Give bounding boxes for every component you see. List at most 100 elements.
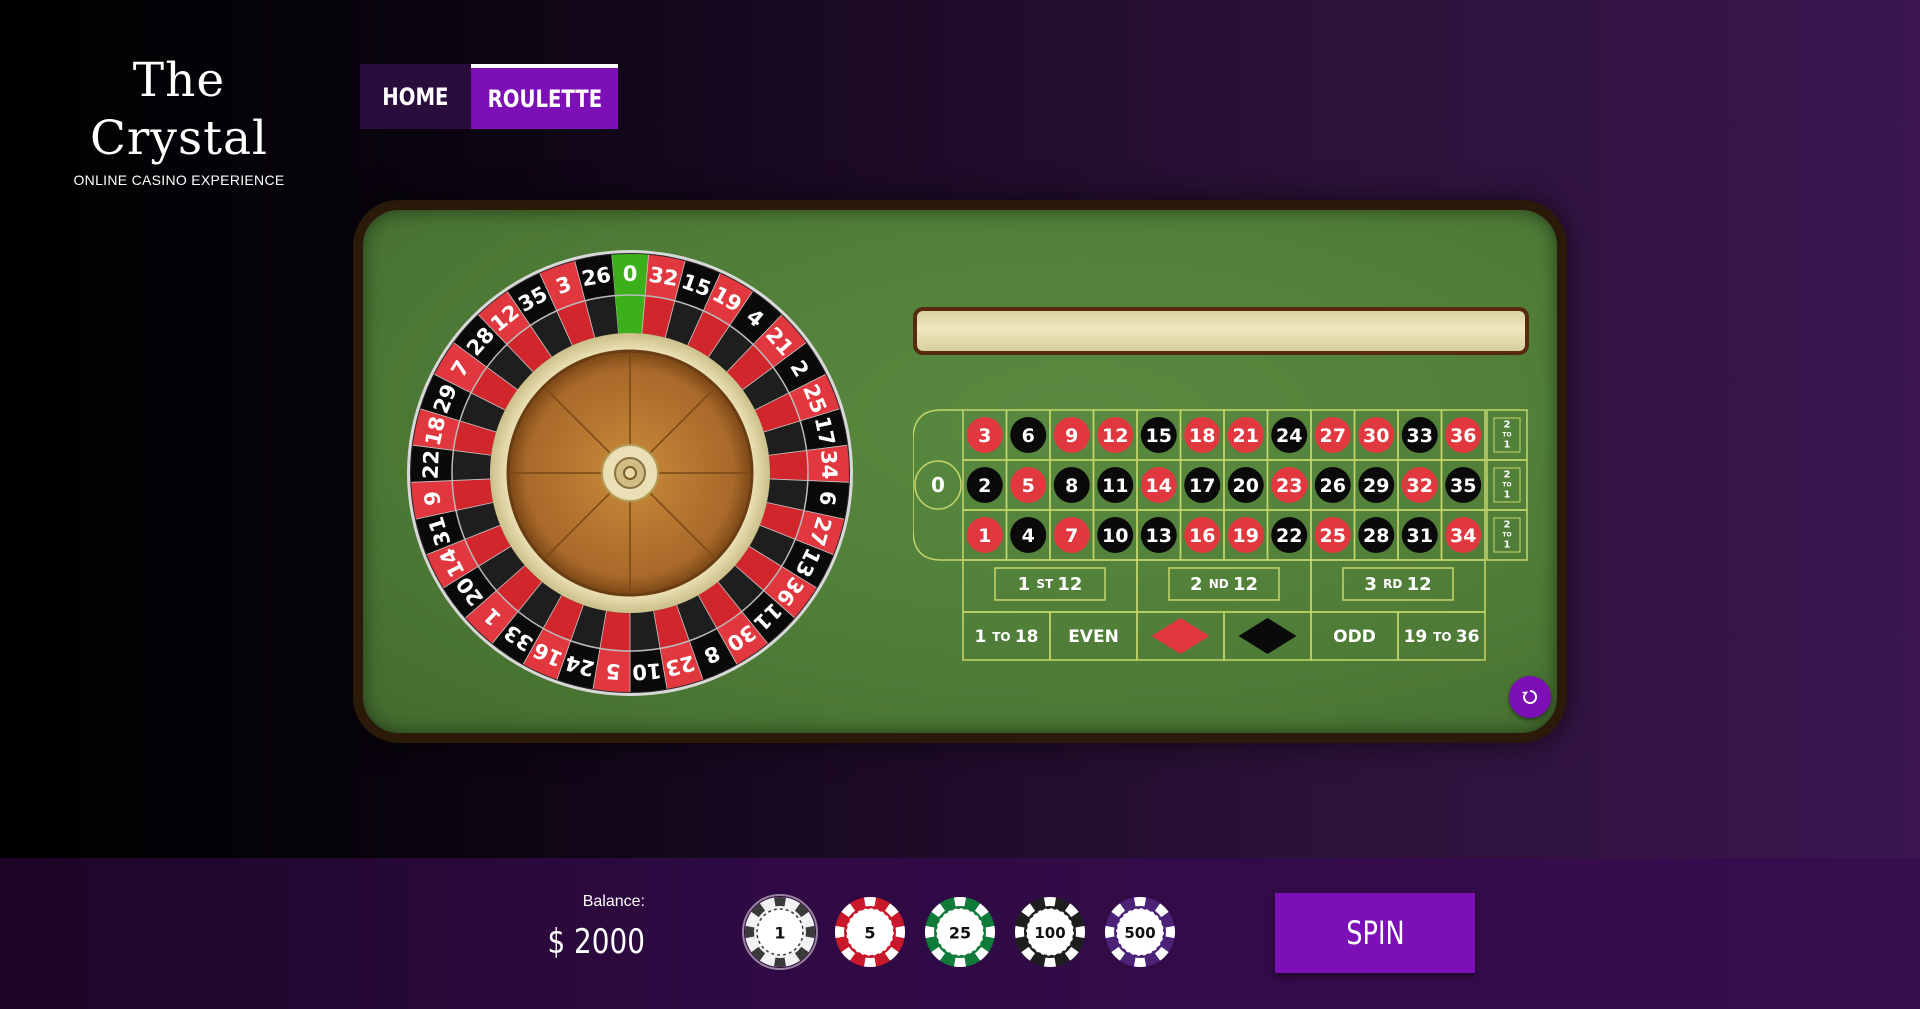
- number-label: 10: [1102, 525, 1128, 547]
- chip-25[interactable]: 25: [925, 897, 995, 967]
- number-label: 8: [1065, 475, 1078, 497]
- number-label: 28: [1363, 525, 1389, 547]
- bottom-bar: Balance: $ 2000 1 5 25 100 500 SPIN: [0, 858, 1920, 1009]
- dozen-bet-label: 1 ST 12: [1018, 574, 1083, 595]
- number-label: 31: [1407, 525, 1433, 547]
- reset-icon: [1522, 689, 1538, 704]
- number-label: 22: [1276, 525, 1302, 547]
- chip-5[interactable]: 5: [835, 897, 905, 967]
- chip-stripe: [863, 957, 877, 967]
- column-bet-label: TO: [1502, 532, 1511, 539]
- number-label: 32: [1407, 475, 1433, 497]
- number-label: 18: [1189, 425, 1215, 447]
- chip-stripe: [773, 957, 787, 967]
- spin-button[interactable]: SPIN: [1275, 893, 1475, 973]
- wheel-number: 9: [420, 489, 446, 507]
- chip-stripe: [1165, 925, 1175, 939]
- column-bet-label: TO: [1502, 432, 1511, 439]
- column-bet-label: 1: [1504, 540, 1511, 551]
- chip-value: 5: [864, 924, 875, 943]
- number-label: 12: [1102, 425, 1128, 447]
- chip-100[interactable]: 100: [1015, 897, 1085, 967]
- chip-value: 25: [949, 924, 971, 943]
- wheel-number: 34: [816, 449, 841, 479]
- number-label: 23: [1276, 475, 1302, 497]
- chip-stripe: [895, 925, 905, 939]
- number-label: 3: [978, 425, 991, 447]
- number-label: 5: [1022, 475, 1035, 497]
- chip-stripe: [925, 925, 935, 939]
- dozen-bet-label: 2 ND 12: [1190, 574, 1258, 595]
- chip-stripe: [1133, 897, 1147, 907]
- chip-stripe: [1133, 957, 1147, 967]
- outside-bet-label: 1 TO 18: [975, 627, 1039, 647]
- roulette-table: 0 32 15 19 4 21 2 25 17 34 6 27 13 36 11 30 8 23 10 5 24 16 33…: [353, 200, 1567, 743]
- tab-roulette[interactable]: ROULETTE: [471, 64, 618, 129]
- chip-stripe: [835, 925, 845, 939]
- number-label: 13: [1146, 525, 1172, 547]
- chip-1[interactable]: 1: [742, 894, 818, 970]
- chip-value: 100: [1034, 924, 1065, 942]
- number-label: 25: [1320, 525, 1346, 547]
- roulette-wheel: 0 321519421225173462713361130823105241633…: [407, 250, 853, 696]
- chip-stripe: [863, 897, 877, 907]
- chip-stripe: [805, 925, 815, 939]
- wheel-number: 22: [419, 449, 444, 479]
- column-bet-label: 2: [1504, 420, 1511, 431]
- wheel-pocket: [452, 450, 492, 481]
- number-label: 7: [1065, 525, 1078, 547]
- chip-stripe: [953, 957, 967, 967]
- number-label: 1: [978, 525, 991, 547]
- wheel-pocket: [768, 450, 808, 481]
- column-bet-label: 1: [1504, 440, 1511, 451]
- number-label: 36: [1450, 425, 1476, 447]
- outside-bet-label: 19 TO 36: [1404, 627, 1480, 647]
- number-label: 9: [1065, 425, 1078, 447]
- betting-board: 03 6 9 12 15 18 21 24 27 30 33 36 2TO12 5 8 11 14 17 20 23 2…: [913, 409, 1528, 661]
- chip-selector: 1 5 25 100 500: [742, 894, 1175, 970]
- number-label: 33: [1407, 425, 1433, 447]
- chip-stripe: [745, 925, 755, 939]
- column-bet-label: 2: [1504, 470, 1511, 481]
- tab-home-label: HOME: [382, 82, 449, 111]
- chip-stripe: [1015, 925, 1025, 939]
- number-label: 4: [1022, 525, 1035, 547]
- wheel-number: 32: [647, 263, 680, 292]
- red-diamond-icon: [1151, 618, 1210, 654]
- chip-stripe: [953, 897, 967, 907]
- number-label: 6: [1022, 425, 1035, 447]
- chip-stripe: [985, 925, 995, 939]
- chip-500[interactable]: 500: [1105, 897, 1175, 967]
- tab-roulette-label: ROULETTE: [487, 84, 602, 113]
- chip-stripe: [1105, 925, 1115, 939]
- column-bet-label: 1: [1504, 490, 1511, 501]
- column-bet-label: TO: [1502, 482, 1511, 489]
- column-bet-label: 2: [1504, 520, 1511, 531]
- number-label: 11: [1102, 475, 1128, 497]
- brand-title: The Crystal: [89, 53, 269, 166]
- number-label: 20: [1233, 475, 1259, 497]
- outside-bet-label: ODD: [1333, 627, 1376, 647]
- number-label: 19: [1233, 525, 1259, 547]
- number-label: 34: [1450, 525, 1476, 547]
- dozen-bet-label: 3 RD 12: [1364, 574, 1431, 595]
- reset-button[interactable]: [1509, 676, 1551, 718]
- outside-bet-label: EVEN: [1068, 627, 1119, 647]
- number-label: 16: [1189, 525, 1215, 547]
- main-nav: HOME ROULETTE: [360, 64, 618, 129]
- brand-subtitle: ONLINE CASINO EXPERIENCE: [73, 172, 285, 188]
- number-label: 27: [1320, 425, 1346, 447]
- chip-stripe: [1075, 925, 1085, 939]
- balance-value: $ 2000: [547, 922, 645, 962]
- chip-stripe: [773, 897, 787, 907]
- zero-label: 0: [931, 473, 945, 497]
- number-label: 24: [1276, 425, 1302, 447]
- number-label: 26: [1320, 475, 1346, 497]
- brand-logo: The Crystal ONLINE CASINO EXPERIENCE: [56, 52, 302, 188]
- result-display: [913, 307, 1529, 355]
- number-label: 15: [1146, 425, 1172, 447]
- tab-home[interactable]: HOME: [360, 64, 471, 129]
- chip-value: 500: [1124, 924, 1155, 942]
- wheel-number: 10: [631, 658, 662, 684]
- number-label: 14: [1146, 475, 1172, 497]
